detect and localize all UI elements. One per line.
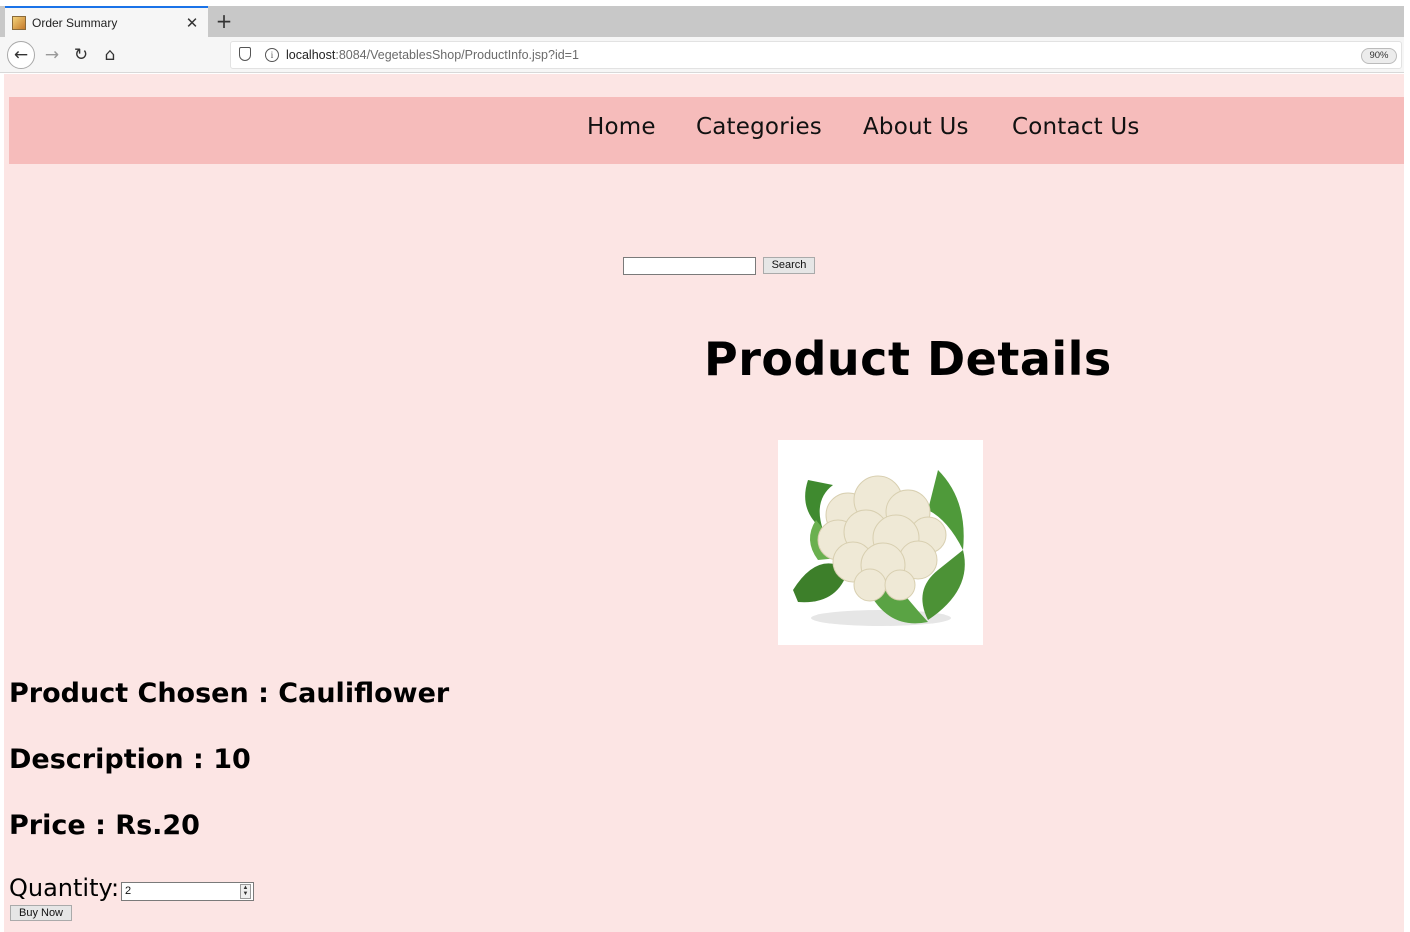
browser-tab-bar: Order Summary ✕ + <box>0 6 1404 37</box>
tab-title: Order Summary <box>32 15 118 30</box>
new-tab-icon[interactable]: + <box>214 8 234 34</box>
home-icon[interactable]: ⌂ <box>96 41 124 69</box>
site-navigation: Home Categories About Us Contact Us <box>9 97 1404 164</box>
search-input[interactable] <box>623 257 756 275</box>
browser-tab[interactable]: Order Summary ✕ <box>5 6 208 37</box>
search-button[interactable]: Search <box>763 257 815 274</box>
browser-toolbar: ← → ↻ ⌂ i localhost:8084/VegetablesShop/… <box>0 37 1404 73</box>
url-path: :8084/VegetablesShop/ProductInfo.jsp?id=… <box>335 48 579 62</box>
product-price-text: Price : Rs.20 <box>9 810 200 841</box>
page-body: Home Categories About Us Contact Us Sear… <box>4 74 1404 932</box>
close-tab-icon[interactable]: ✕ <box>182 14 202 32</box>
quantity-label: Quantity: <box>9 874 120 902</box>
back-arrow-icon[interactable]: ← <box>7 41 35 69</box>
quantity-stepper[interactable]: 2 ▲ ▼ <box>121 882 254 901</box>
url-host: localhost <box>286 48 336 62</box>
nav-link-categories[interactable]: Categories <box>696 114 822 140</box>
zoom-level-badge[interactable]: 90% <box>1361 48 1397 64</box>
nav-link-home[interactable]: Home <box>587 114 656 140</box>
info-icon[interactable]: i <box>265 48 279 62</box>
quantity-value: 2 <box>125 885 132 897</box>
nav-link-about-us[interactable]: About Us <box>863 114 969 140</box>
buy-now-button[interactable]: Buy Now <box>10 905 72 921</box>
address-bar[interactable]: i localhost:8084/VegetablesShop/ProductI… <box>230 41 1402 69</box>
product-image <box>778 440 983 645</box>
page-title: Product Details <box>704 332 1112 386</box>
product-description-text: Description : 10 <box>9 744 251 775</box>
spinner-arrows-icon[interactable]: ▲ ▼ <box>240 884 251 899</box>
shield-icon[interactable] <box>239 47 251 61</box>
product-chosen-text: Product Chosen : Cauliflower <box>9 678 450 709</box>
forward-arrow-icon[interactable]: → <box>38 41 66 69</box>
cauliflower-image <box>778 440 983 645</box>
nav-link-contact-us[interactable]: Contact Us <box>1012 114 1140 140</box>
favicon-icon <box>12 15 26 30</box>
reload-icon[interactable]: ↻ <box>67 41 95 69</box>
url-text[interactable]: localhost:8084/VegetablesShop/ProductInf… <box>286 48 579 62</box>
